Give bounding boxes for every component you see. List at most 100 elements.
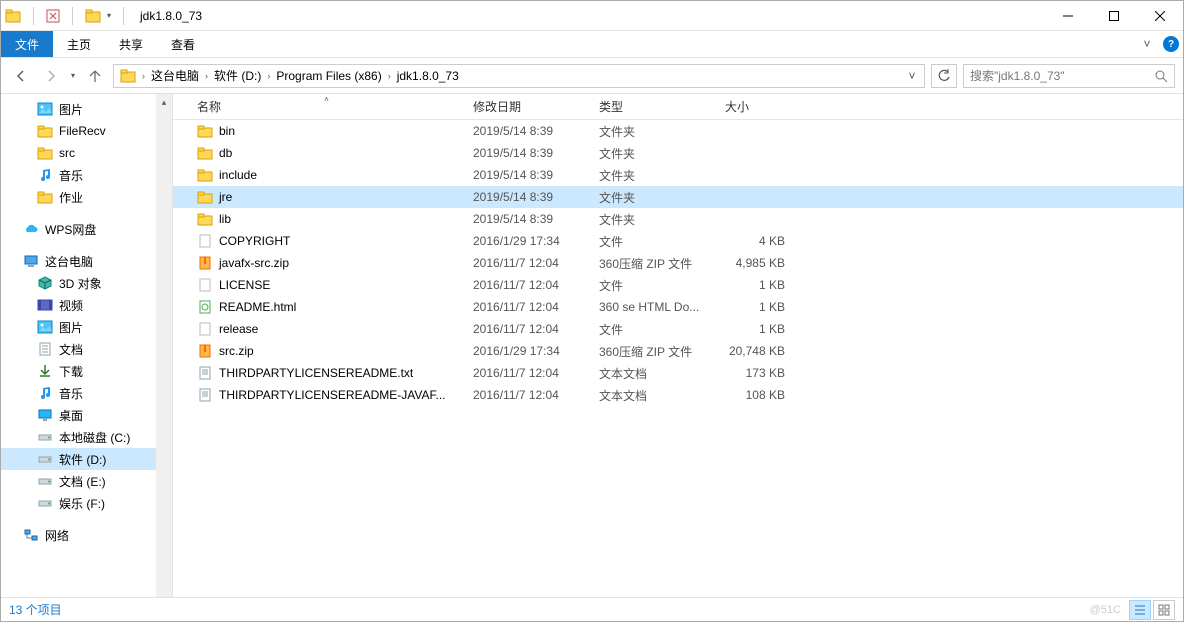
file-name: release xyxy=(219,322,258,336)
tab-view[interactable]: 查看 xyxy=(157,31,209,57)
ribbon-expand-icon[interactable]: ˅ xyxy=(1135,31,1159,57)
file-row[interactable]: javafx-src.zip2016/11/7 12:04360压缩 ZIP 文… xyxy=(173,252,1183,274)
sidebar-item[interactable]: 图片 xyxy=(1,316,172,338)
icons-view-button[interactable] xyxy=(1153,600,1175,620)
file-size: 1 KB xyxy=(717,322,795,336)
back-button[interactable] xyxy=(9,64,33,88)
breadcrumb[interactable]: Program Files (x86) xyxy=(272,65,385,87)
chevron-right-icon[interactable]: › xyxy=(203,71,210,81)
tab-share[interactable]: 共享 xyxy=(105,31,157,57)
qat-dropdown-icon[interactable]: ▾ xyxy=(107,11,111,20)
sidebar-item[interactable]: 软件 (D:) xyxy=(1,448,172,470)
file-row[interactable]: include2019/5/14 8:39文件夹 xyxy=(173,164,1183,186)
chevron-right-icon[interactable]: › xyxy=(140,71,147,81)
file-row[interactable]: lib2019/5/14 8:39文件夹 xyxy=(173,208,1183,230)
details-view-button[interactable] xyxy=(1129,600,1151,620)
column-name[interactable]: 名称˄ xyxy=(189,94,465,119)
minimize-button[interactable] xyxy=(1045,1,1091,31)
file-name: db xyxy=(219,146,232,160)
address-bar[interactable]: › 这台电脑 › 软件 (D:) › Program Files (x86) ›… xyxy=(113,64,925,88)
breadcrumb[interactable]: jdk1.8.0_73 xyxy=(393,65,463,87)
file-date: 2016/1/29 17:34 xyxy=(465,344,591,358)
file-date: 2016/11/7 12:04 xyxy=(465,366,591,380)
qat-properties-icon[interactable] xyxy=(46,9,60,23)
close-button[interactable] xyxy=(1137,1,1183,31)
sidebar-item[interactable]: 3D 对象 xyxy=(1,272,172,294)
file-date: 2016/1/29 17:34 xyxy=(465,234,591,248)
file-size: 173 KB xyxy=(717,366,795,380)
file-row[interactable]: THIRDPARTYLICENSEREADME.txt2016/11/7 12:… xyxy=(173,362,1183,384)
sidebar-item[interactable]: 图片 xyxy=(1,98,172,120)
sidebar-item-label: 视频 xyxy=(59,297,83,314)
sidebar-scrollbar[interactable]: ▴ xyxy=(156,94,172,597)
file-row[interactable]: jre2019/5/14 8:39文件夹 xyxy=(173,186,1183,208)
help-button[interactable]: ? xyxy=(1159,31,1183,57)
file-list[interactable]: bin2019/5/14 8:39文件夹db2019/5/14 8:39文件夹i… xyxy=(173,120,1183,597)
file-date: 2016/11/7 12:04 xyxy=(465,388,591,402)
sort-indicator-icon: ˄ xyxy=(324,95,329,104)
file-type: 文件 xyxy=(591,277,717,294)
file-icon xyxy=(197,321,213,337)
file-row[interactable]: LICENSE2016/11/7 12:04文件1 KB xyxy=(173,274,1183,296)
file-row[interactable]: README.html2016/11/7 12:04360 se HTML Do… xyxy=(173,296,1183,318)
sidebar-item[interactable]: 视频 xyxy=(1,294,172,316)
file-row[interactable]: bin2019/5/14 8:39文件夹 xyxy=(173,120,1183,142)
file-size: 20,748 KB xyxy=(717,344,795,358)
search-icon[interactable] xyxy=(1154,69,1168,83)
sidebar-item-label: 下载 xyxy=(59,363,83,380)
pictures-icon xyxy=(37,101,53,117)
recent-locations-icon[interactable]: ▾ xyxy=(69,71,77,80)
sidebar-item[interactable]: 网络 xyxy=(1,524,172,546)
search-placeholder: 搜索"jdk1.8.0_73" xyxy=(970,67,1154,84)
refresh-button[interactable] xyxy=(931,64,957,88)
search-input[interactable]: 搜索"jdk1.8.0_73" xyxy=(963,64,1175,88)
address-dropdown-icon[interactable]: ˅ xyxy=(902,69,922,83)
item-count: 13 个项目 xyxy=(9,601,62,618)
column-type[interactable]: 类型 xyxy=(591,94,717,119)
file-row[interactable]: THIRDPARTYLICENSEREADME-JAVAF... 2016/11/… xyxy=(173,384,1183,406)
maximize-button[interactable] xyxy=(1091,1,1137,31)
breadcrumb[interactable]: 这台电脑 xyxy=(147,65,203,87)
sidebar-item[interactable]: 文档 xyxy=(1,338,172,360)
file-type: 文件夹 xyxy=(591,167,717,184)
sidebar-item-label: 3D 对象 xyxy=(59,275,102,292)
column-size[interactable]: 大小 xyxy=(717,94,795,119)
sidebar-item[interactable]: 音乐 xyxy=(1,382,172,404)
folder-icon xyxy=(37,145,53,161)
sidebar-item[interactable]: FileRecv xyxy=(1,120,172,142)
breadcrumb[interactable]: 软件 (D:) xyxy=(210,65,265,87)
sidebar-item[interactable]: 文档 (E:) xyxy=(1,470,172,492)
file-type: 文件夹 xyxy=(591,145,717,162)
sidebar-item[interactable]: 桌面 xyxy=(1,404,172,426)
tab-file[interactable]: 文件 xyxy=(1,31,53,57)
sidebar-item[interactable]: 下载 xyxy=(1,360,172,382)
sidebar-item[interactable]: 音乐 xyxy=(1,164,172,186)
forward-button[interactable] xyxy=(39,64,63,88)
sidebar-item-label: 音乐 xyxy=(59,385,83,402)
music-icon xyxy=(37,385,53,401)
folder-icon xyxy=(197,145,213,161)
sidebar-item[interactable]: 这台电脑 xyxy=(1,250,172,272)
file-name: LICENSE xyxy=(219,278,270,292)
sidebar-item[interactable]: WPS网盘 xyxy=(1,218,172,240)
tab-home[interactable]: 主页 xyxy=(53,31,105,57)
file-row[interactable]: COPYRIGHT2016/1/29 17:34文件4 KB xyxy=(173,230,1183,252)
scroll-up-icon[interactable]: ▴ xyxy=(156,94,172,110)
sidebar-item-label: FileRecv xyxy=(59,124,106,138)
sidebar-item[interactable]: 作业 xyxy=(1,186,172,208)
file-row[interactable]: src.zip2016/1/29 17:34360压缩 ZIP 文件20,748… xyxy=(173,340,1183,362)
zip-icon xyxy=(197,255,213,271)
file-name: THIRDPARTYLICENSEREADME-JAVAF... xyxy=(219,388,445,402)
up-button[interactable] xyxy=(83,64,107,88)
sidebar-item[interactable]: 本地磁盘 (C:) xyxy=(1,426,172,448)
chevron-right-icon[interactable]: › xyxy=(386,71,393,81)
sidebar-item[interactable]: src xyxy=(1,142,172,164)
file-row[interactable]: release2016/11/7 12:04文件1 KB xyxy=(173,318,1183,340)
chevron-right-icon[interactable]: › xyxy=(265,71,272,81)
file-row[interactable]: db2019/5/14 8:39文件夹 xyxy=(173,142,1183,164)
3d-icon xyxy=(37,275,53,291)
sidebar-item-label: 图片 xyxy=(59,101,83,118)
network-icon xyxy=(23,527,39,543)
column-date[interactable]: 修改日期 xyxy=(465,94,591,119)
sidebar-item[interactable]: 娱乐 (F:) xyxy=(1,492,172,514)
